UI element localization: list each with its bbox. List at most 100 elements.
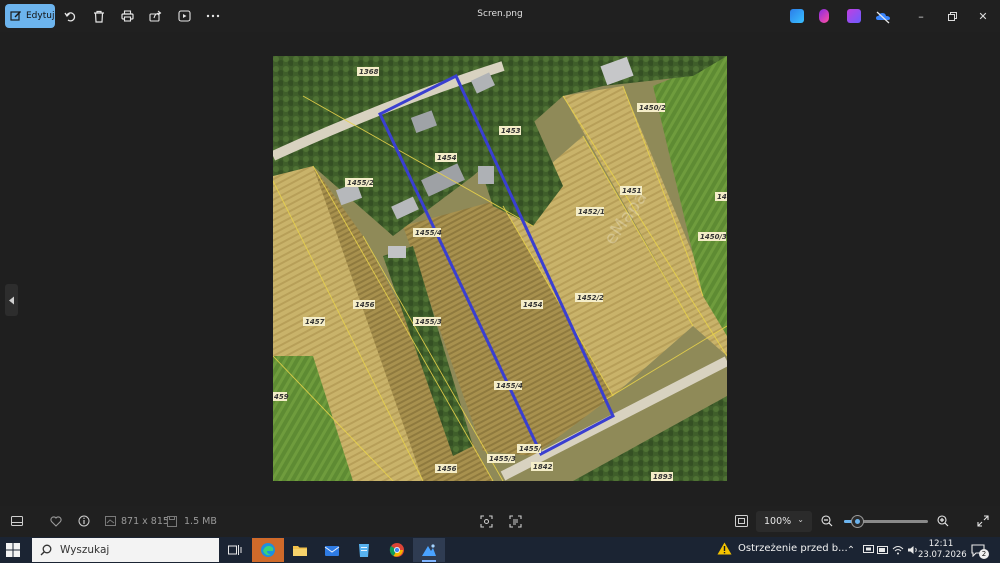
- tray-battery[interactable]: [876, 543, 890, 557]
- taskbar-clock[interactable]: 12:11 23.07.2026: [918, 539, 967, 561]
- clipchamp-icon[interactable]: [819, 9, 829, 23]
- image-dimensions: 871 x 815: [121, 516, 169, 527]
- svg-text:1455/: 1455/: [519, 445, 542, 453]
- svg-text:1455/3: 1455/3: [415, 318, 442, 326]
- restore-icon: [947, 11, 957, 21]
- text-scan-icon: [508, 514, 522, 528]
- parcel-label: 1457: [303, 317, 325, 326]
- wifi-icon: [892, 546, 904, 555]
- print-button[interactable]: [115, 4, 139, 28]
- taskbar-app-explorer[interactable]: [284, 538, 316, 562]
- onedrive-icon[interactable]: [875, 9, 890, 24]
- map-photo: eMapa 1368 1450/2 1453 1454 1455/2 1451 …: [273, 56, 727, 481]
- parcel-label: 1452/2: [575, 293, 604, 302]
- parcel-label: 14: [715, 192, 727, 201]
- notes-icon: [359, 543, 369, 557]
- taskbar-app-photos[interactable]: [413, 538, 445, 562]
- svg-text:1457: 1457: [305, 318, 325, 326]
- zoom-in-button[interactable]: [936, 514, 950, 528]
- file-info-button[interactable]: [77, 514, 91, 528]
- photos-editor-icon[interactable]: [790, 9, 804, 23]
- weather-warning[interactable]: Ostrzeżenie przed b...: [717, 542, 848, 555]
- parcel-label: 1455/: [517, 444, 542, 453]
- zoom-dropdown[interactable]: 100% ⌄: [756, 511, 812, 532]
- parcel-label: 1454: [435, 153, 457, 162]
- svg-text:1455/4: 1455/4: [496, 382, 523, 390]
- parcel-label: 1893: [651, 472, 673, 481]
- expand-icon: [977, 515, 989, 527]
- search-placeholder: Wyszukaj: [60, 544, 110, 556]
- more-button[interactable]: [201, 4, 225, 28]
- taskbar-app-edge[interactable]: [252, 538, 284, 562]
- taskbar-app-mail[interactable]: [316, 538, 348, 562]
- caret-left-icon: [9, 296, 14, 304]
- warning-icon: [717, 542, 732, 555]
- svg-text:459: 459: [274, 393, 289, 401]
- text-scan-button[interactable]: [508, 514, 522, 528]
- file-size: 1.5 MB: [184, 516, 217, 527]
- zoom-slider[interactable]: [844, 515, 928, 528]
- battery-icon: [877, 546, 888, 554]
- parcel-label: 1368: [357, 67, 379, 76]
- info-icon: [78, 515, 90, 527]
- print-icon: [120, 10, 134, 22]
- svg-text:1451: 1451: [622, 187, 642, 195]
- taskbar-search-box[interactable]: Wyszukaj: [32, 538, 219, 562]
- start-button[interactable]: [6, 542, 24, 558]
- taskbar-app-chrome[interactable]: [381, 538, 413, 562]
- parcel-label: 1455/4: [413, 228, 442, 237]
- fit-window-icon: [734, 515, 748, 527]
- svg-text:1453: 1453: [501, 127, 521, 135]
- filmstrip-icon: [11, 516, 23, 526]
- active-app-indicator: [422, 560, 436, 562]
- edit-icon: [10, 11, 21, 21]
- task-view-button[interactable]: [219, 538, 251, 562]
- svg-text:1455/2: 1455/2: [347, 179, 374, 187]
- filmstrip-button[interactable]: [10, 514, 24, 528]
- close-button[interactable]: ✕: [973, 6, 993, 26]
- rotate-button[interactable]: [58, 4, 82, 28]
- slideshow-button[interactable]: [172, 4, 196, 28]
- edit-button[interactable]: Edytuj: [5, 4, 55, 28]
- fullscreen-button[interactable]: [976, 514, 990, 528]
- filmstrip-toggle-button[interactable]: [5, 284, 18, 316]
- visual-search-button[interactable]: [479, 514, 493, 528]
- parcel-label: 1450/2: [637, 103, 666, 112]
- svg-text:1456: 1456: [355, 301, 375, 309]
- visual-search-icon: [479, 514, 493, 528]
- restore-button[interactable]: [942, 6, 962, 26]
- notification-badge: 2: [979, 549, 989, 559]
- chevron-down-icon: ⌄: [797, 515, 804, 524]
- minimize-icon: –: [918, 9, 924, 23]
- svg-text:1450/2: 1450/2: [639, 104, 666, 112]
- clock-date: 23.07.2026: [918, 550, 967, 560]
- warning-text: Ostrzeżenie przed b...: [738, 543, 848, 554]
- tray-meet-button[interactable]: [861, 543, 875, 557]
- chrome-icon: [389, 543, 404, 557]
- share-button[interactable]: [143, 4, 167, 28]
- svg-text:1455/4: 1455/4: [415, 229, 442, 237]
- fit-to-window-button[interactable]: [734, 514, 748, 528]
- taskbar-app-notes[interactable]: [348, 538, 380, 562]
- chevron-up-icon: ⌃: [846, 544, 856, 556]
- copilot-app-icon[interactable]: [847, 9, 861, 23]
- zoom-out-button[interactable]: [820, 514, 834, 528]
- edge-icon: [261, 543, 275, 557]
- favorite-button[interactable]: [49, 514, 63, 528]
- zoom-slider-thumb[interactable]: [850, 515, 864, 528]
- clock-time: 12:11: [928, 539, 954, 549]
- more-icon: [206, 14, 220, 18]
- close-icon: ✕: [978, 9, 988, 23]
- svg-text:1454: 1454: [523, 301, 543, 309]
- svg-text:1455/3: 1455/3: [489, 455, 516, 463]
- minimize-button[interactable]: –: [911, 6, 931, 26]
- svg-text:1450/3: 1450/3: [700, 233, 727, 241]
- parcel-label: 459: [273, 392, 289, 401]
- tray-wifi[interactable]: [891, 543, 905, 557]
- parcel-label: 1450/3: [698, 232, 727, 241]
- parcel-label: 1842: [531, 462, 553, 471]
- share-icon: [148, 10, 161, 22]
- delete-button[interactable]: [87, 4, 111, 28]
- tray-overflow-button[interactable]: ⌃: [844, 543, 858, 557]
- task-view-icon: [228, 545, 242, 555]
